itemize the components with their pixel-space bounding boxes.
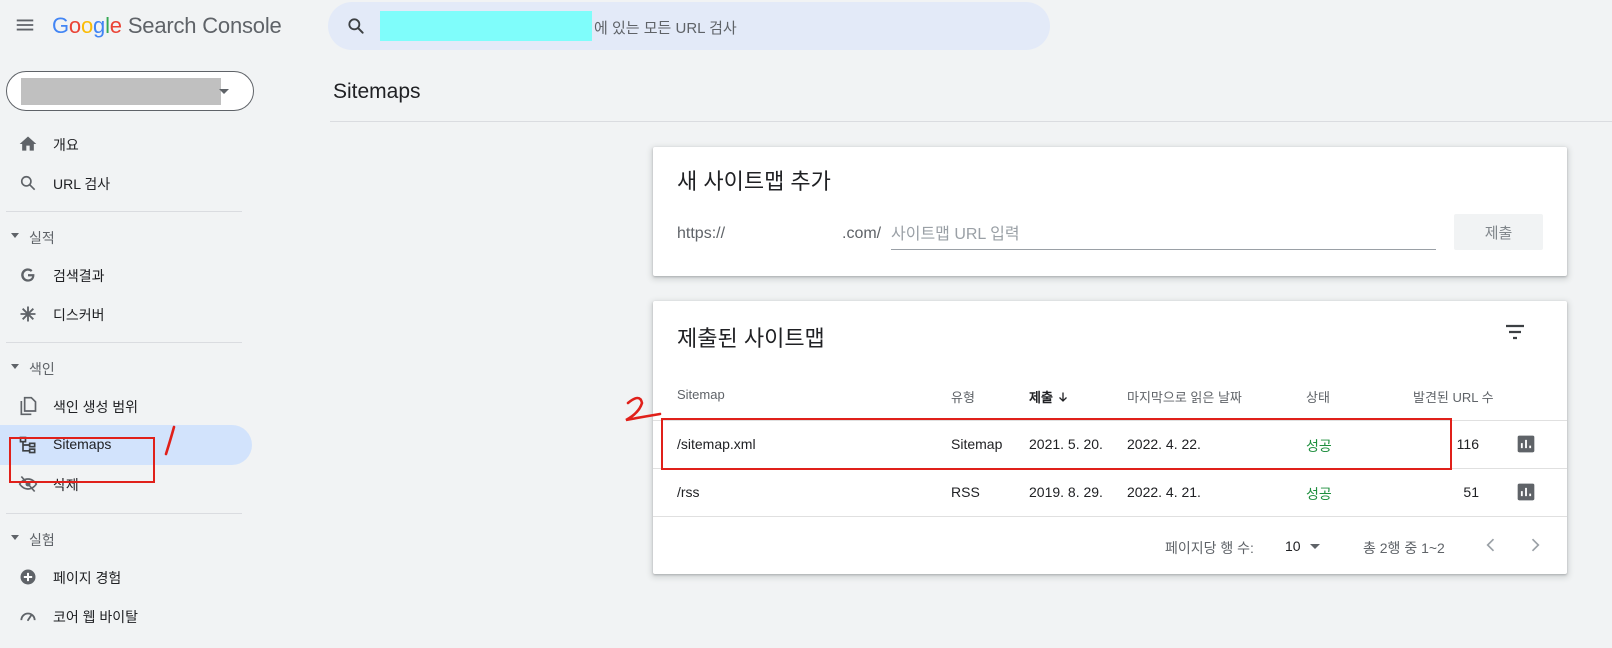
home-icon (19, 136, 37, 151)
sidebar-item-coverage[interactable]: 색인 생성 범위 (0, 386, 252, 426)
annotation-mark-1 (164, 425, 176, 456)
sidebar-item-label: 페이지 경험 (53, 570, 122, 586)
redacted-domain (380, 11, 592, 41)
page-title: Sitemaps (333, 80, 421, 103)
column-header-submitted[interactable]: 제출 (1029, 387, 1069, 406)
add-sitemap-card: 새 사이트맵 추가 https:// .com/ 제출 (653, 147, 1567, 276)
collapse-caret-icon (11, 535, 19, 540)
section-label: 실적 (29, 230, 55, 246)
chevron-down-icon[interactable] (1310, 544, 1320, 549)
page-range: 총 2행 중 1~2 (1363, 540, 1445, 556)
column-header-last-read[interactable]: 마지막으로 읽은 날짜 (1127, 387, 1242, 406)
bar-chart-icon[interactable] (1516, 482, 1536, 502)
filter-icon[interactable] (1503, 320, 1527, 344)
table-row[interactable]: /rss RSS 2019. 8. 29. 2022. 4. 21. 성공 51 (653, 469, 1567, 517)
collapse-caret-icon (11, 364, 19, 369)
column-header-status[interactable]: 상태 (1306, 387, 1330, 406)
url-inspect-search[interactable]: 에 있는 모든 URL 검사 (328, 2, 1050, 50)
logo-suffix: Search Console (127, 13, 282, 38)
arrow-down-icon (1058, 392, 1067, 402)
cell-last-read: 2022. 4. 21. (1127, 484, 1201, 500)
app-logo[interactable]: Google Search Console (52, 13, 282, 39)
column-header-sitemap[interactable]: Sitemap (677, 387, 725, 402)
column-header-type[interactable]: 유형 (951, 387, 975, 406)
sidebar-section-index[interactable]: 색인 (0, 352, 252, 382)
sidebar-divider (6, 513, 242, 514)
speedometer-icon (20, 612, 36, 622)
sitemap-url-input[interactable] (891, 220, 1436, 250)
top-bar: Google Search Console 에 있는 모든 URL 검사 (0, 0, 1612, 54)
sidebar-item-core-web-vitals[interactable]: 코어 웹 바이탈 (0, 596, 252, 636)
sidebar-item-label: 검색결과 (53, 268, 105, 284)
rows-per-page-label: 페이지당 행 수: (1165, 540, 1254, 556)
card-title: 새 사이트맵 추가 (677, 169, 831, 194)
search-icon (20, 175, 36, 191)
section-label: 색인 (29, 361, 55, 377)
sidebar-section-experience[interactable]: 실험 (0, 523, 252, 553)
cell-discovered: 51 (1463, 484, 1479, 500)
sidebar-divider (6, 211, 242, 212)
submit-button[interactable]: 제출 (1454, 214, 1543, 250)
column-header-label: 제출 (1029, 390, 1053, 405)
logo-letter: o (68, 13, 81, 38)
sidebar-item-label: 코어 웹 바이탈 (53, 609, 139, 625)
table-pagination: 페이지당 행 수: 10 총 2행 중 1~2 (653, 517, 1567, 574)
cell-status: 성공 (1306, 486, 1332, 502)
sidebar-item-label: URL 검사 (53, 176, 111, 192)
bar-chart-icon[interactable] (1516, 434, 1536, 454)
logo-letter: g (93, 13, 106, 38)
chevron-right-icon[interactable] (1525, 535, 1545, 555)
sidebar-item-label: 디스커버 (53, 307, 105, 323)
annotation-box-sitemap-row (661, 418, 1452, 470)
google-g-icon (21, 268, 35, 282)
redacted-property (21, 78, 221, 105)
section-label: 실험 (29, 532, 55, 548)
chevron-left-icon[interactable] (1481, 535, 1501, 555)
sidebar-divider (6, 342, 242, 343)
card-title: 제출된 사이트맵 (677, 326, 825, 351)
chevron-down-icon (219, 89, 229, 94)
sidebar-section-performance[interactable]: 실적 (0, 221, 252, 251)
cell-submitted: 2019. 8. 29. (1029, 484, 1103, 500)
sidebar-item-page-experience[interactable]: 페이지 경험 (0, 557, 252, 597)
url-prefix: https:// (677, 225, 726, 242)
cell-type: RSS (951, 484, 980, 500)
logo-letter: o (80, 13, 94, 38)
sidebar-item-url-inspection[interactable]: URL 검사 (0, 163, 252, 203)
cell-sitemap: /rss (677, 484, 700, 500)
sidebar-item-overview[interactable]: 개요 (0, 124, 252, 164)
asterisk-icon (20, 306, 36, 322)
annotation-mark-2 (625, 396, 662, 422)
plus-circle-icon (20, 569, 36, 585)
sidebar-item-label: 색인 생성 범위 (53, 399, 139, 415)
search-icon (348, 18, 364, 34)
hamburger-menu-icon[interactable] (14, 14, 36, 36)
sidebar-item-search-results[interactable]: 검색결과 (0, 255, 252, 295)
table-header: Sitemap 유형 제출 마지막으로 읽은 날짜 상태 발견된 URL 수 (653, 371, 1567, 421)
property-selector[interactable] (6, 71, 254, 111)
domain-suffix: .com/ (842, 225, 882, 242)
logo-letter: e (109, 13, 122, 38)
collapse-caret-icon (11, 233, 19, 238)
sidebar-item-discover[interactable]: 디스커버 (0, 294, 252, 334)
title-divider (330, 121, 1612, 122)
sidebar-item-label: 개요 (53, 137, 79, 153)
logo-letter: G (52, 13, 69, 38)
search-placeholder: 에 있는 모든 URL 검사 (594, 20, 737, 37)
sidebar: 개요 URL 검사 실적 검색결과 디스커버 색인 색인 생성 범위 Sitem… (0, 54, 258, 648)
column-header-discovered[interactable]: 발견된 URL 수 (1413, 387, 1494, 406)
rows-per-page-select[interactable]: 10 (1285, 538, 1301, 554)
file-copy-icon (20, 396, 37, 416)
annotation-box-sitemaps (9, 437, 155, 483)
